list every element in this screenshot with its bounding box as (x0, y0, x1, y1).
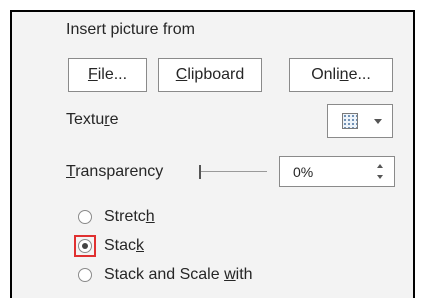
spin-up-icon[interactable] (377, 164, 383, 168)
online-label: Online... (311, 66, 371, 83)
texture-swatch-icon (342, 113, 358, 129)
stack-and-scale-label: Stack and Scale with (104, 266, 253, 283)
spin-down-icon[interactable] (377, 175, 383, 179)
file-button[interactable]: File... (68, 58, 147, 92)
clipboard-label: Clipboard (175, 66, 245, 83)
texture-label: Texture (66, 111, 119, 128)
slider-track (201, 171, 267, 172)
slider-thumb[interactable] (199, 165, 201, 179)
transparency-label: Transparency (66, 163, 164, 180)
transparency-spinner[interactable]: 0% (279, 156, 395, 187)
stretch-radio[interactable] (78, 210, 92, 224)
stack-radio[interactable] (78, 239, 92, 253)
stack-and-scale-radio[interactable] (78, 268, 92, 282)
clipboard-button[interactable]: Clipboard (158, 58, 262, 92)
insert-picture-heading: Insert picture from (66, 21, 195, 38)
transparency-slider[interactable] (199, 163, 269, 181)
format-picture-panel: Insert picture from File... Clipboard On… (10, 10, 415, 298)
stack-label: Stack (104, 237, 145, 254)
file-label: File... (87, 66, 128, 83)
texture-dropdown[interactable] (327, 104, 393, 138)
transparency-value: 0% (293, 164, 314, 180)
chevron-down-icon (374, 119, 382, 124)
online-button[interactable]: Online... (289, 58, 393, 92)
stretch-label: Stretch (104, 208, 155, 225)
